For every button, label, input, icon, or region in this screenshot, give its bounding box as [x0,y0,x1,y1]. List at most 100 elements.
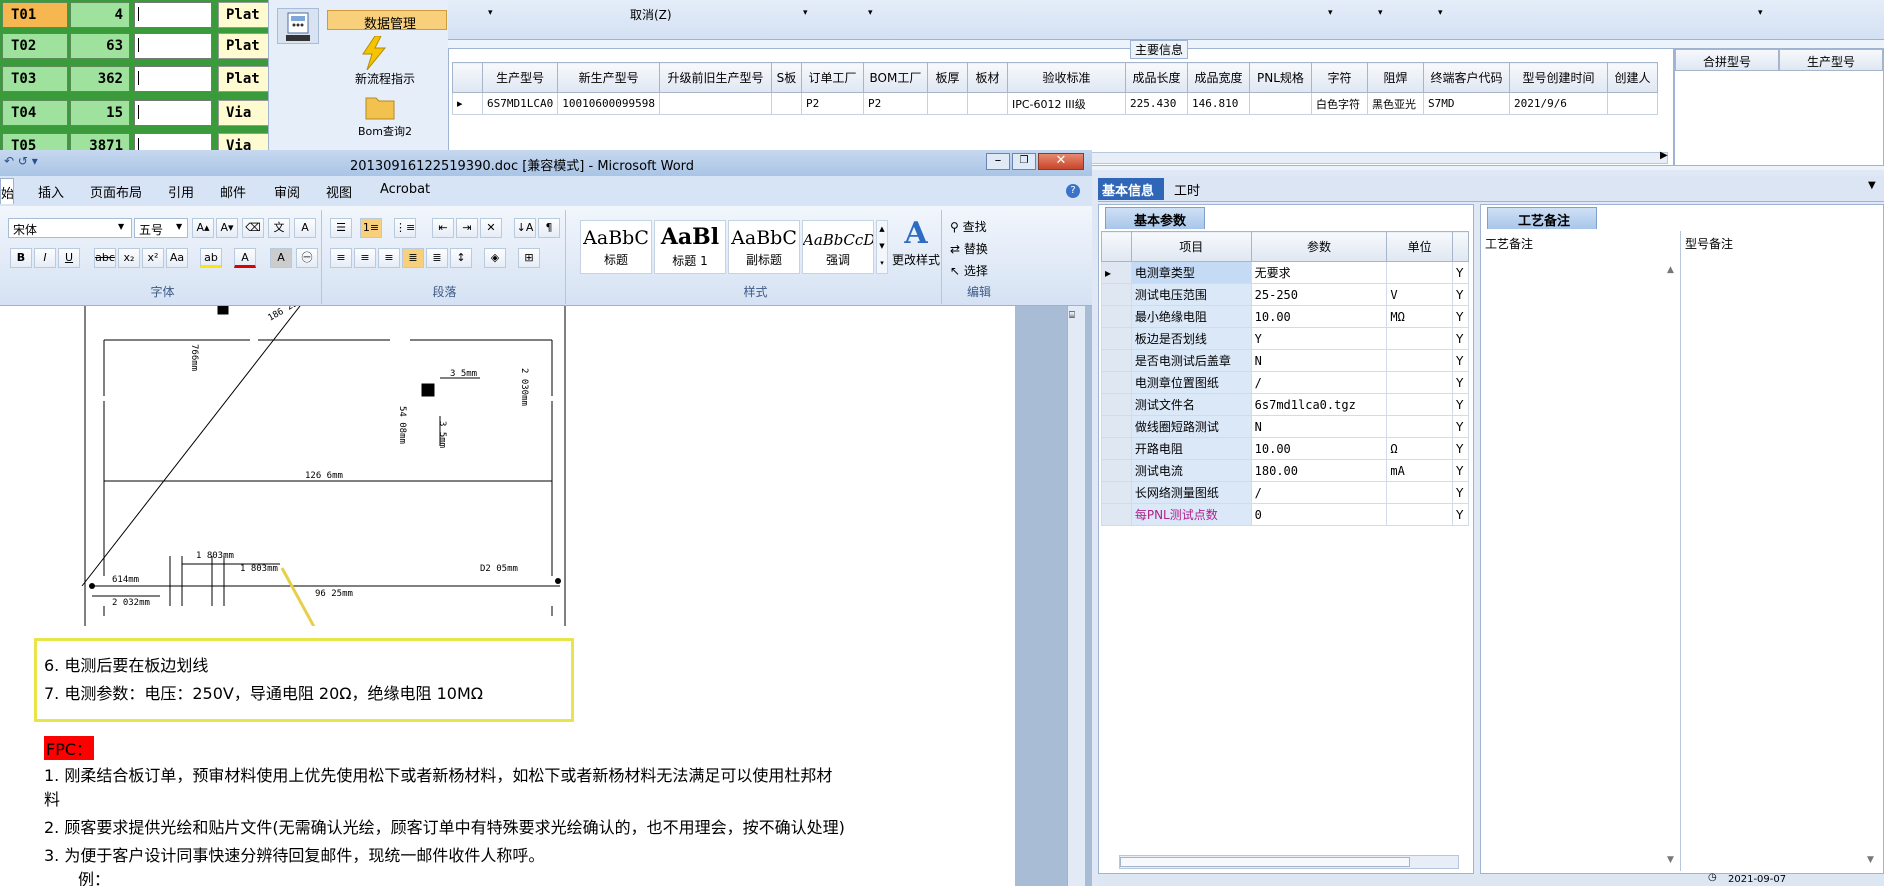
chevron-down-icon[interactable]: ▾ [1438,8,1443,18]
param-item-cell[interactable]: 测试电压范围 [1130,283,1252,306]
param-flag-cell[interactable]: Y [1451,305,1470,328]
column-header[interactable]: S板 [770,62,802,93]
param-unit-cell[interactable] [1386,415,1453,438]
row-pointer-icon[interactable] [1101,371,1132,394]
bullets-icon[interactable]: ☰ [330,218,352,238]
param-item-cell[interactable]: 测试文件名 [1130,393,1252,416]
param-flag-cell[interactable]: Y [1451,481,1470,504]
param-item-cell[interactable]: 做线圈短路测试 [1130,415,1252,438]
chevron-down-icon[interactable]: ▾ [803,8,808,18]
table-cell[interactable] [1606,92,1658,115]
column-header[interactable]: 板厚 [926,62,968,93]
tab-process-notes[interactable]: 工艺备注 [1487,207,1597,229]
param-item-cell[interactable]: 板边是否划线 [1130,327,1252,350]
chevron-down-icon[interactable]: ▼ [176,222,182,231]
style-heading1[interactable]: AaBl 标题 1 [654,220,726,274]
table-cell[interactable]: 146.810 [1186,92,1250,115]
row-pointer-icon[interactable] [1101,481,1132,504]
close-button[interactable]: ✕ [1038,153,1084,170]
table-cell[interactable]: 225.430 [1124,92,1188,115]
scroll-up-icon[interactable]: ▲ [1667,265,1674,275]
align-center-icon[interactable]: ≡ [354,248,376,268]
param-flag-cell[interactable]: Y [1451,437,1470,460]
table-cell[interactable] [658,92,772,115]
style-emphasis[interactable]: AaBbCcD 强调 [802,220,874,274]
column-header[interactable]: 字符 [1310,62,1368,93]
chevron-down-icon[interactable]: ▾ [488,8,493,18]
chevron-down-icon[interactable]: ▾ [868,8,873,18]
increase-indent-icon[interactable]: ⇥ [456,218,478,238]
table-cell[interactable]: 10010600099598 [557,92,660,115]
folder-icon[interactable] [365,94,395,123]
shrink-font-icon[interactable]: A▾ [216,218,238,238]
distribute-icon[interactable]: ≣ [426,248,448,268]
column-header[interactable]: 单位 [1386,231,1453,262]
param-item-cell[interactable]: 是否电测试后盖章 [1130,349,1252,372]
table-row[interactable]: 测试电压范围 25-250 V Y [1101,283,1470,306]
param-value-cell[interactable]: 25-250 [1250,283,1388,306]
param-flag-cell[interactable]: Y [1451,261,1470,284]
column-header[interactable]: 型号创建时间 [1508,62,1608,93]
table-cell[interactable] [926,92,968,115]
column-header[interactable]: PNL规格 [1248,62,1312,93]
chevron-down-icon[interactable]: ▾ [1378,8,1383,18]
param-flag-cell[interactable]: Y [1451,503,1470,526]
font-color-icon[interactable]: A [234,248,256,268]
row-pointer-icon[interactable] [1101,503,1132,526]
column-header[interactable]: BOM工厂 [862,62,928,93]
table-row[interactable]: 测试电流 180.00 mA Y [1101,459,1470,482]
param-unit-cell[interactable]: mA [1386,459,1453,482]
table-cell[interactable] [966,92,1008,115]
param-flag-cell[interactable]: Y [1451,349,1470,372]
justify-icon[interactable]: ≣ [402,248,424,268]
tab-home[interactable]: 始 [0,178,14,204]
code-cell[interactable]: T04 [2,100,68,126]
column-header[interactable]: 合拼型号 [1675,49,1779,71]
char-shading-icon[interactable]: A [270,248,292,268]
column-header[interactable]: 项目 [1130,231,1252,262]
highlight-icon[interactable]: ab [200,248,222,268]
column-header[interactable]: 阻焊 [1366,62,1424,93]
param-unit-cell[interactable] [1386,261,1453,284]
row-pointer-icon[interactable] [1101,437,1132,460]
table-cell[interactable]: P2 [862,92,928,115]
param-item-cell[interactable]: 开路电阻 [1130,437,1252,460]
align-left-icon[interactable]: ≡ [330,248,352,268]
column-header[interactable]: 创建人 [1606,62,1658,93]
table-cell[interactable]: 黑色亚光 [1366,92,1424,115]
horizontal-scrollbar[interactable] [1068,152,1668,164]
column-header[interactable]: 成品长度 [1124,62,1188,93]
align-right-icon[interactable]: ≡ [378,248,400,268]
menu-item-new-process[interactable]: 新流程指示 [335,70,435,87]
subscript-icon[interactable]: x₂ [118,248,140,268]
param-value-cell[interactable]: 10.00 [1250,305,1388,328]
menu-item-data-management[interactable]: 数据管理 [327,10,447,32]
param-unit-cell[interactable] [1386,371,1453,394]
param-unit-cell[interactable] [1386,503,1453,526]
select-button[interactable]: ↖ 选择 [950,262,988,279]
input-cell[interactable] [134,100,212,126]
styles-scroll-icon[interactable]: ▲ ▼ ▾ [876,220,888,274]
table-row[interactable]: T02 63 Plat [0,31,268,61]
enclose-char-icon[interactable]: ㊀ [296,248,318,268]
param-item-cell[interactable]: 电测章位置图纸 [1130,371,1252,394]
scroll-right-icon[interactable]: ▶ [1660,150,1668,161]
change-styles-button[interactable]: A 更改样式 [892,216,940,286]
tab-basic-params[interactable]: 基本参数 [1105,207,1205,229]
table-row[interactable]: 电测章位置图纸 / Y [1101,371,1470,394]
param-item-cell[interactable]: 电测章类型 [1130,261,1252,284]
chevron-down-icon[interactable]: ▼ [1868,180,1876,191]
param-value-cell[interactable]: 10.00 [1250,437,1388,460]
vertical-scrollbar[interactable] [1067,306,1085,886]
input-cell[interactable] [134,66,212,92]
tab-acrobat[interactable]: Acrobat [380,182,430,197]
document-page[interactable]: 186 25mm 766mm 3 5mm 2 030mm 54 08mm 3 5… [0,306,1015,886]
row-pointer-icon[interactable] [1101,349,1132,372]
help-icon[interactable]: ? [1066,184,1080,198]
calculator-icon[interactable] [277,8,319,44]
param-value-cell[interactable]: N [1250,349,1388,372]
style-subtitle[interactable]: AaBbC 副标题 [728,220,800,274]
param-item-cell[interactable]: 测试电流 [1130,459,1252,482]
process-notes-field[interactable]: 工艺备注 [1481,231,1681,871]
table-row[interactable]: 是否电测试后盖章 N Y [1101,349,1470,372]
